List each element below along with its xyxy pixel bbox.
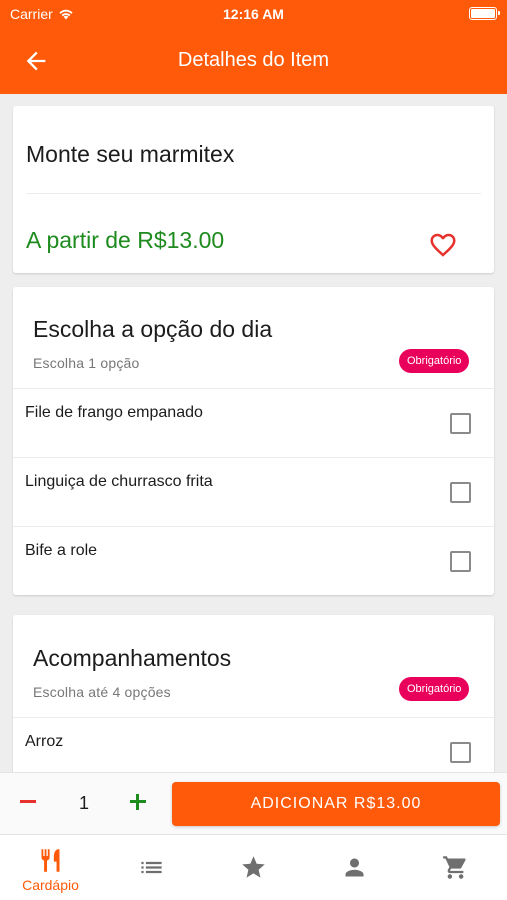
group-title: Acompanhamentos bbox=[33, 645, 232, 671]
tab-cart[interactable] bbox=[405, 835, 506, 900]
user-icon bbox=[345, 858, 364, 877]
app-bar: Detalhes do Item bbox=[0, 28, 507, 94]
tab-cardapio[interactable]: Cardápio bbox=[0, 835, 101, 900]
increase-quantity-button[interactable] bbox=[127, 790, 149, 812]
option-item[interactable]: Linguiça de churrasco frita bbox=[13, 457, 494, 526]
tab-bar: Cardápio bbox=[0, 834, 507, 900]
required-badge: Obrigatório bbox=[399, 677, 470, 701]
option-checkbox[interactable] bbox=[450, 551, 471, 572]
option-item[interactable]: Arroz bbox=[13, 717, 494, 772]
item-name: Monte seu marmitex bbox=[26, 141, 235, 167]
item-summary-card: Monte seu marmitex A partir de R$13.00 bbox=[13, 106, 494, 273]
status-time: 12:16 AM bbox=[223, 6, 284, 22]
divider bbox=[26, 193, 481, 194]
item-details-content[interactable]: Monte seu marmitex A partir de R$13.00 E… bbox=[0, 94, 507, 772]
heart-outline-icon[interactable] bbox=[428, 230, 458, 260]
decrease-quantity-button[interactable] bbox=[17, 790, 39, 812]
option-label: Bife a role bbox=[25, 542, 98, 559]
option-group-card: Escolha a opção do dia Escolha 1 opção O… bbox=[13, 287, 494, 595]
utensils-icon bbox=[41, 849, 60, 872]
option-label: File de frango empanado bbox=[25, 404, 203, 421]
cart-icon bbox=[443, 856, 466, 879]
list-icon bbox=[141, 861, 162, 874]
option-item[interactable]: Bife a role bbox=[13, 526, 494, 595]
quantity-value: 1 bbox=[78, 793, 89, 813]
option-item[interactable]: File de frango empanado bbox=[13, 388, 494, 457]
option-checkbox[interactable] bbox=[450, 742, 471, 763]
add-to-cart-bar: 1 ADICIONAR R$13.00 bbox=[0, 772, 507, 834]
group-subtitle: Escolha 1 opção bbox=[33, 355, 140, 371]
group-subtitle: Escolha até 4 opções bbox=[33, 684, 171, 700]
group-title: Escolha a opção do dia bbox=[33, 316, 273, 342]
option-checkbox[interactable] bbox=[450, 482, 471, 503]
add-to-cart-button[interactable]: ADICIONAR R$13.00 bbox=[172, 782, 500, 826]
page-title: Detalhes do Item bbox=[177, 49, 330, 71]
star-icon bbox=[242, 856, 265, 878]
tab-label: Cardápio bbox=[22, 877, 79, 893]
item-price: A partir de R$13.00 bbox=[26, 227, 225, 253]
option-checkbox[interactable] bbox=[450, 413, 471, 434]
tab-favorites[interactable] bbox=[203, 835, 304, 900]
status-bar: Carrier 12:16 AM bbox=[0, 0, 507, 28]
option-label: Arroz bbox=[25, 733, 64, 750]
tab-list[interactable] bbox=[101, 835, 202, 900]
required-badge: Obrigatório bbox=[399, 349, 470, 373]
tab-profile[interactable] bbox=[304, 835, 405, 900]
option-label: Linguiça de churrasco frita bbox=[25, 473, 213, 490]
battery-icon bbox=[469, 7, 500, 20]
option-group-card: Acompanhamentos Escolha até 4 opções Obr… bbox=[13, 615, 494, 772]
